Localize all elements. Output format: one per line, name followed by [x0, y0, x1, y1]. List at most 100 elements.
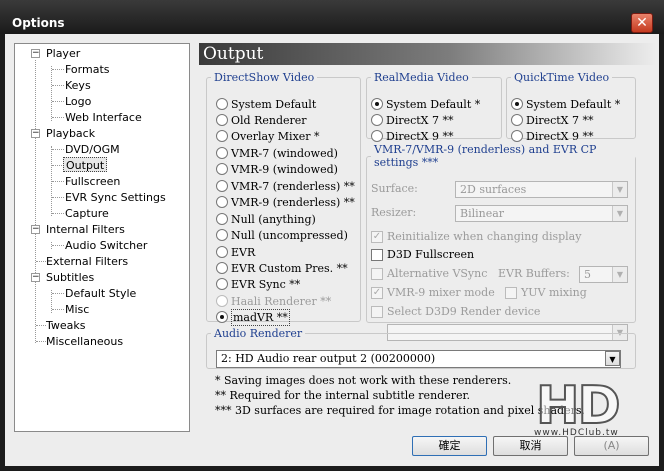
realmedia-video-group: RealMedia Video System Default * DirectX… [366, 71, 502, 143]
tree-item-external-filters[interactable]: External Filters [46, 254, 128, 269]
tree-item-logo[interactable]: Logo [65, 94, 91, 109]
ok-button[interactable]: 確定 [412, 436, 487, 456]
tree-item-fullscreen[interactable]: Fullscreen [65, 174, 120, 189]
tree-connector [36, 325, 46, 326]
tree-item-formats[interactable]: Formats [65, 62, 110, 77]
tree-connector [52, 293, 64, 294]
note-subtitle-renderer: ** Required for the internal subtitle re… [215, 389, 471, 402]
directshow-video-legend: DirectShow Video [214, 71, 315, 84]
tree-item-misc[interactable]: Misc [65, 302, 89, 317]
tree-connector [52, 101, 64, 102]
chevron-down-icon: ▼ [612, 206, 627, 221]
resizer-label: Resizer: [371, 206, 417, 219]
tree-item-default-style[interactable]: Default Style [65, 286, 136, 301]
radio-icon [216, 147, 228, 159]
tree-item-subtitles[interactable]: Subtitles [46, 270, 94, 285]
tree-item-dvd-ogm[interactable]: DVD/OGM [65, 142, 120, 157]
watermark-url: www.HDClub.tw [534, 428, 619, 438]
alternative-vsync-checkbox [371, 268, 383, 280]
tree-item-capture[interactable]: Capture [65, 206, 109, 221]
tree-item-keys[interactable]: Keys [65, 78, 91, 93]
page-header: Output [199, 43, 656, 65]
radio-icon [216, 262, 228, 274]
resizer-select: Bilinear ▼ [455, 205, 628, 222]
tree-item-tweaks[interactable]: Tweaks [46, 318, 86, 333]
tree-connector [52, 309, 64, 310]
close-icon: ✕ [636, 15, 648, 31]
tree-connector [52, 85, 64, 86]
tree-item-evr-sync-settings[interactable]: EVR Sync Settings [65, 190, 166, 205]
tree-item-internal-filters[interactable]: Internal Filters [46, 222, 125, 237]
tree-item-player[interactable]: Player [46, 46, 80, 61]
reinitialize-label: Reinitialize when changing display [387, 230, 582, 243]
yuv-mixing-checkbox [505, 287, 517, 299]
watermark-logo-text: HD [535, 375, 622, 437]
audio-renderer-legend: Audio Renderer [214, 327, 303, 340]
radio-selected-icon [371, 98, 383, 110]
vmr9-mixer-mode-label: VMR-9 mixer mode [387, 286, 495, 299]
radio-icon [511, 130, 523, 142]
radio-icon [216, 278, 228, 290]
audio-renderer-select[interactable]: 2: HD Audio rear output 2 (00200000) ▼ [216, 350, 621, 368]
radio-icon [216, 196, 228, 208]
alternative-vsync-label: Alternative VSync [387, 267, 488, 280]
tree-connector [52, 181, 64, 182]
options-tree[interactable]: − Player Formats Keys Logo Web Interface… [14, 43, 190, 432]
close-button[interactable]: ✕ [631, 13, 653, 33]
radio-icon [216, 295, 228, 307]
surface-select: 2D surfaces ▼ [455, 181, 628, 198]
surface-label: Surface: [371, 182, 418, 195]
tree-connector [52, 197, 64, 198]
directshow-video-group: DirectShow Video System Default Old Rend… [206, 71, 361, 326]
radio-icon [216, 213, 228, 225]
options-window: Options ✕ − Player Formats Keys Logo Web… [0, 0, 664, 471]
hdclub-watermark: HD www.HDClub.tw [528, 375, 628, 442]
tree-connector [36, 261, 46, 262]
tree-connector [51, 66, 52, 121]
radio-icon [216, 246, 228, 258]
tree-item-web-interface[interactable]: Web Interface [65, 110, 142, 125]
tree-item-audio-switcher[interactable]: Audio Switcher [65, 238, 147, 253]
tree-connector [52, 69, 64, 70]
vmr-settings-legend: VMR-7/VMR-9 (renderless) and EVR CP sett… [374, 143, 597, 169]
tree-connector [52, 213, 64, 214]
expand-player-icon[interactable]: − [31, 49, 40, 58]
vmr-settings-group: VMR-7/VMR-9 (renderless) and EVR CP sett… [366, 143, 636, 341]
reinitialize-checkbox: ✓ [371, 231, 383, 243]
tree-item-miscellaneous[interactable]: Miscellaneous [46, 334, 123, 349]
chevron-down-icon: ▼ [612, 267, 627, 282]
tree-connector [52, 245, 64, 246]
radio-icon [371, 114, 383, 126]
page-title: Output [203, 44, 264, 64]
radio-icon [216, 180, 228, 192]
expand-subtitles-icon[interactable]: − [31, 273, 40, 282]
radio-icon [216, 98, 228, 110]
d3d-fullscreen-checkbox[interactable] [371, 249, 383, 261]
tree-item-playback[interactable]: Playback [46, 126, 95, 141]
select-device-label: Select D3D9 Render device [387, 305, 541, 318]
tree-item-output[interactable]: Output [63, 157, 108, 172]
tree-connector [52, 117, 64, 118]
window-title: Options [12, 16, 65, 30]
note-saving-images: * Saving images does not work with these… [215, 374, 512, 387]
evr-buffers-select: 5 ▼ [579, 266, 628, 283]
radio-icon [511, 114, 523, 126]
radio-selected-icon [511, 98, 523, 110]
tree-connector [52, 149, 64, 150]
radio-icon [216, 130, 228, 142]
radio-selected-icon [216, 311, 228, 323]
tree-connector [36, 341, 46, 342]
tree-connector [35, 60, 36, 343]
select-device-checkbox [371, 306, 383, 318]
radio-icon [371, 130, 383, 142]
chevron-down-icon: ▼ [612, 182, 627, 197]
yuv-mixing-label: YUV mixing [521, 286, 587, 299]
expand-internal-filters-icon[interactable]: − [31, 225, 40, 234]
realmedia-video-legend: RealMedia Video [374, 71, 469, 84]
expand-playback-icon[interactable]: − [31, 129, 40, 138]
radio-icon [216, 163, 228, 175]
title-bar: Options ✕ [0, 0, 664, 34]
chevron-down-icon: ▼ [605, 351, 620, 366]
evr-buffers-label: EVR Buffers: [498, 267, 570, 280]
radio-icon [216, 229, 228, 241]
